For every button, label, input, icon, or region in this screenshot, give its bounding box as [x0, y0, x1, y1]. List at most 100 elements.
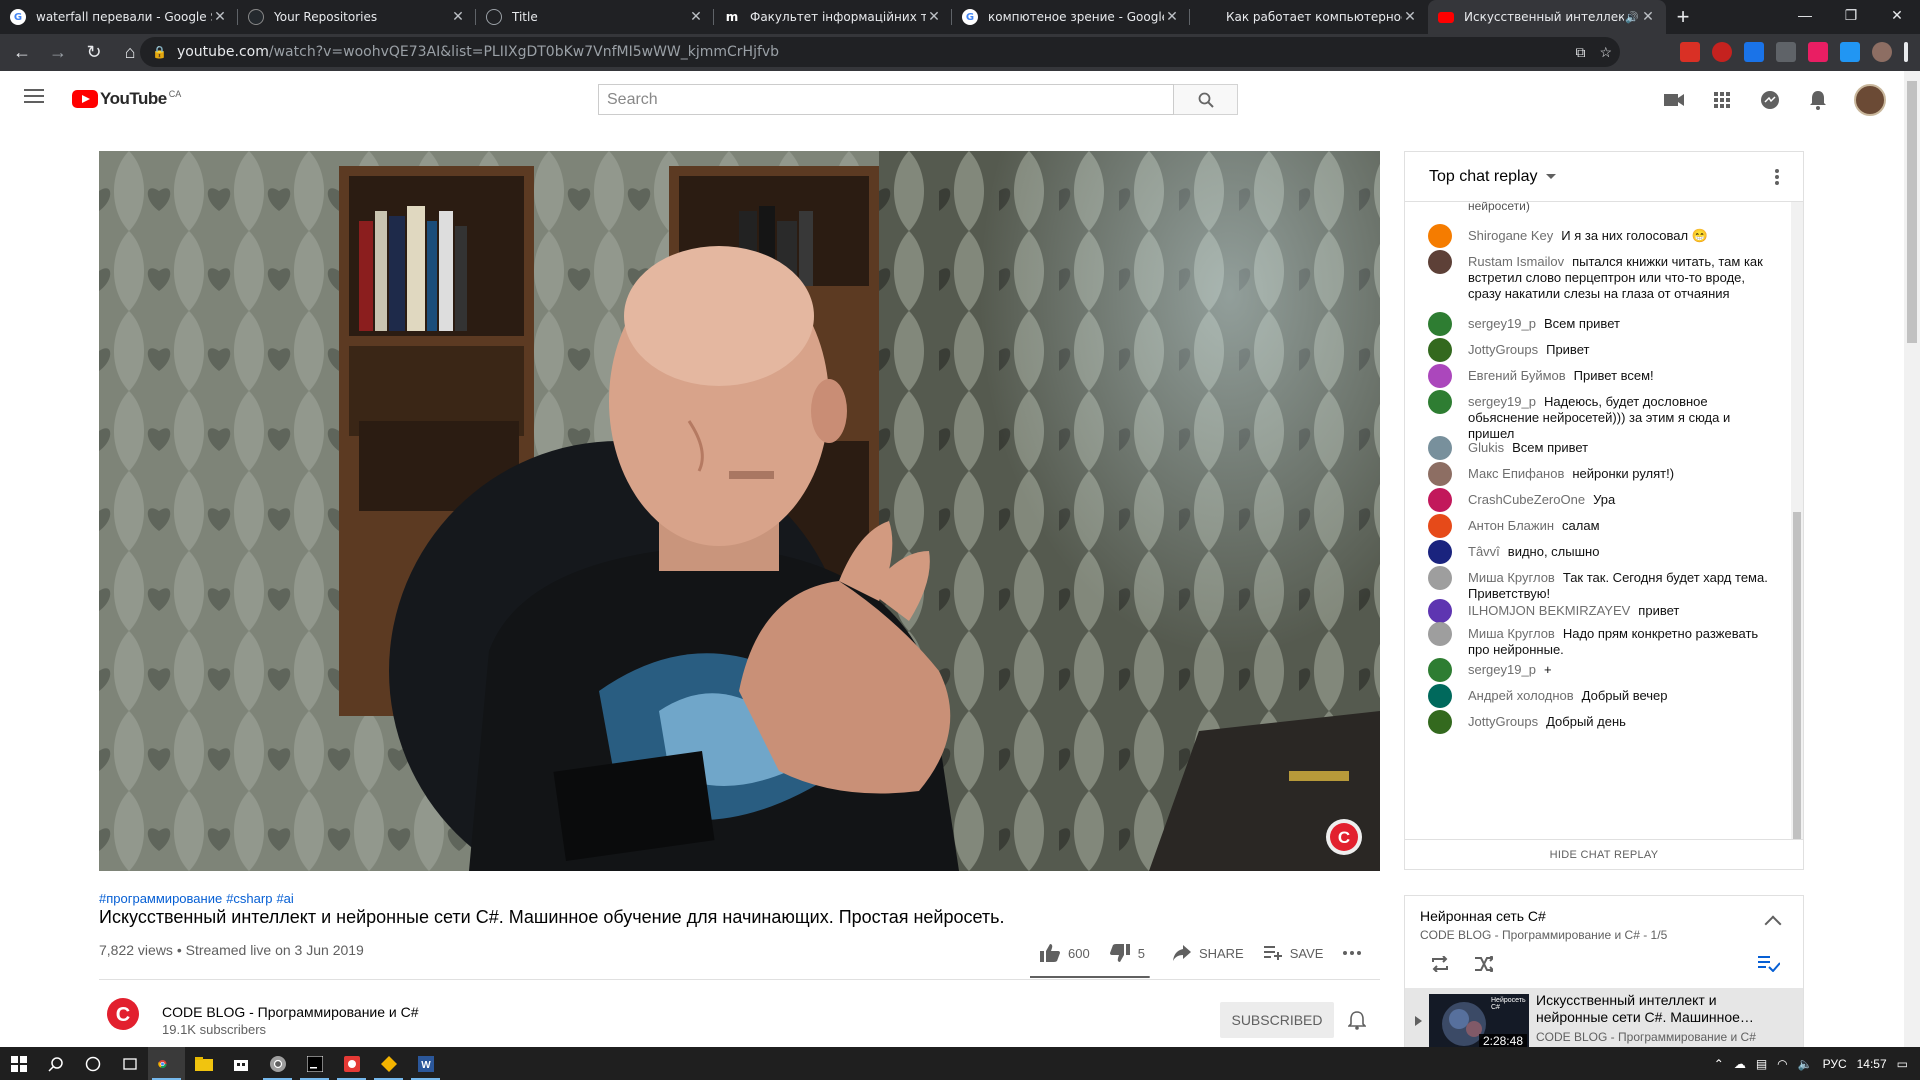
jetbrains-icon[interactable]: [296, 1047, 333, 1080]
close-icon[interactable]: ✕: [1402, 9, 1418, 25]
volume-icon[interactable]: 🔈: [1798, 1057, 1813, 1071]
video-thumbnail[interactable]: Нейросеть C# 2:28:48: [1429, 994, 1529, 1050]
chat-author[interactable]: Tâvvî: [1468, 544, 1500, 559]
chat-author[interactable]: Евгений Буймов: [1468, 368, 1566, 383]
extension-icon[interactable]: [1808, 42, 1828, 62]
chat-author[interactable]: Glukis: [1468, 440, 1504, 455]
close-icon[interactable]: ✕: [926, 9, 942, 25]
chrome-taskbar-icon[interactable]: [259, 1047, 296, 1080]
task-view-icon[interactable]: [111, 1047, 148, 1080]
browser-tab-active[interactable]: Искусственный интеллект и 🔊 ✕: [1428, 0, 1666, 34]
messages-icon[interactable]: [1758, 88, 1782, 112]
dropdown-arrow-icon[interactable]: [1545, 174, 1556, 179]
chat-author[interactable]: CrashCubeZeroOne: [1468, 492, 1585, 507]
chat-message[interactable]: Tâvvî видно, слышно: [1428, 540, 1773, 564]
search-icon[interactable]: [37, 1047, 74, 1080]
chat-message[interactable]: sergey19_p Надеюсь, будет дословное обьяс…: [1428, 390, 1773, 442]
close-icon[interactable]: ✕: [688, 9, 704, 25]
chat-author[interactable]: sergey19_p: [1468, 662, 1536, 677]
chevron-up-icon[interactable]: ⌃: [1714, 1057, 1724, 1071]
youtube-logo[interactable]: YouTube CA: [72, 89, 181, 109]
author-avatar[interactable]: [1428, 622, 1452, 646]
more-actions-button[interactable]: [1333, 951, 1379, 955]
extension-icon[interactable]: [1744, 42, 1764, 62]
restore-icon[interactable]: ❐: [1828, 0, 1874, 30]
chat-author[interactable]: Миша Круглов: [1468, 570, 1555, 585]
search-button[interactable]: [1174, 84, 1238, 115]
speaker-icon[interactable]: 🔊: [1624, 11, 1640, 24]
chat-mode-dropdown[interactable]: Top chat replay: [1429, 168, 1538, 186]
author-avatar[interactable]: [1428, 250, 1452, 274]
author-avatar[interactable]: [1428, 566, 1452, 590]
chat-author[interactable]: Миша Круглов: [1468, 626, 1555, 641]
chrome-taskbar-icon[interactable]: [148, 1047, 185, 1080]
download-extension-icon[interactable]: [1776, 42, 1796, 62]
page-scrollbar[interactable]: [1904, 71, 1920, 1047]
account-avatar[interactable]: [1854, 84, 1886, 116]
chat-message[interactable]: Макс Епифанов нейронки рулят!): [1428, 462, 1773, 486]
close-icon[interactable]: ✕: [1164, 9, 1180, 25]
browser-tab[interactable]: G компютеное зрение - Google Search ✕: [952, 0, 1190, 34]
notifications-bell-icon[interactable]: [1806, 88, 1830, 112]
video-player[interactable]: C: [99, 151, 1380, 871]
share-button[interactable]: SHARE: [1163, 945, 1254, 961]
author-avatar[interactable]: [1428, 312, 1452, 336]
chat-message[interactable]: Евгений Буймов Привет всем!: [1428, 364, 1773, 388]
chat-author[interactable]: sergey19_p: [1468, 316, 1536, 331]
chat-author[interactable]: sergey19_p: [1468, 394, 1536, 409]
search-input[interactable]: Search: [598, 84, 1174, 115]
chat-message[interactable]: Андрей холоднов Добрый вечер: [1428, 684, 1773, 708]
chat-message[interactable]: sergey19_p +: [1428, 658, 1773, 682]
profile-avatar-icon[interactable]: [1872, 42, 1892, 62]
author-avatar[interactable]: [1428, 338, 1452, 362]
author-avatar[interactable]: [1428, 684, 1452, 708]
author-avatar[interactable]: [1428, 710, 1452, 734]
hide-chat-button[interactable]: HIDE CHAT REPLAY: [1405, 839, 1803, 870]
chat-author[interactable]: Rustam Ismailov: [1468, 254, 1564, 269]
author-avatar[interactable]: [1428, 436, 1452, 460]
browser-tab[interactable]: m Факультет інформаційних технологій ✕: [714, 0, 952, 34]
reload-icon[interactable]: ↻: [76, 35, 112, 71]
save-button[interactable]: SAVE: [1254, 946, 1334, 961]
chat-author[interactable]: ILHOMJON BEKMIRZAYEV: [1468, 603, 1630, 618]
author-avatar[interactable]: [1428, 599, 1452, 623]
keyboard-language[interactable]: РУС: [1823, 1057, 1847, 1071]
browser-tab[interactable]: Как работает компьютерное зрение ✕: [1190, 0, 1428, 34]
gmail-extension-icon[interactable]: [1680, 42, 1700, 62]
cortana-icon[interactable]: [74, 1047, 111, 1080]
browser-tab[interactable]: Your Repositories ✕: [238, 0, 476, 34]
author-avatar[interactable]: [1428, 488, 1452, 512]
minimize-icon[interactable]: —: [1782, 0, 1828, 30]
apps-grid-icon[interactable]: [1710, 88, 1734, 112]
wifi-icon[interactable]: ◠: [1777, 1057, 1787, 1071]
chat-message[interactable]: Миша Круглов Так так. Сегодня будет хард …: [1428, 566, 1773, 602]
chat-author[interactable]: JottyGroups: [1468, 714, 1538, 729]
menu-dots-icon[interactable]: [1904, 42, 1908, 62]
chat-author[interactable]: Андрей холоднов: [1468, 688, 1574, 703]
address-bar[interactable]: 🔒 youtube.com/watch?v=woohvQE73AI&list=P…: [140, 37, 1620, 67]
chat-message[interactable]: CrashCubeZeroOne Ура: [1428, 488, 1773, 512]
like-button[interactable]: 600: [1030, 944, 1100, 962]
author-avatar[interactable]: [1428, 462, 1452, 486]
bookmark-star-icon[interactable]: ☆: [1599, 44, 1612, 61]
chat-message[interactable]: Rustam Ismailov пытался книжки читать, та…: [1428, 250, 1773, 302]
author-avatar[interactable]: [1428, 224, 1452, 248]
author-avatar[interactable]: [1428, 540, 1452, 564]
hashtag-link[interactable]: #программирование: [99, 891, 222, 906]
store-icon[interactable]: [222, 1047, 259, 1080]
author-avatar[interactable]: [1428, 514, 1452, 538]
collapse-chevron-icon[interactable]: [1764, 915, 1782, 933]
chat-scrollbar[interactable]: [1791, 202, 1803, 839]
git-icon[interactable]: [370, 1047, 407, 1080]
hashtag-link[interactable]: #csharp: [226, 891, 272, 906]
chat-messages[interactable]: нейросети) Shirogane Key И я за них голос…: [1405, 202, 1793, 839]
translate-icon[interactable]: ⧉: [1575, 44, 1585, 61]
playlist-title[interactable]: Нейронная сеть C#: [1420, 908, 1546, 924]
chat-message[interactable]: Миша Круглов Надо прям конкретно разжеват…: [1428, 622, 1773, 658]
browser-tab[interactable]: Title ✕: [476, 0, 714, 34]
chat-message[interactable]: sergey19_p Всем привет: [1428, 312, 1773, 336]
chat-message[interactable]: Shirogane Key И я за них голосовал 😁: [1428, 224, 1773, 248]
create-video-icon[interactable]: [1662, 88, 1686, 112]
browser-tab[interactable]: G waterfall перевали - Google Search ✕: [0, 0, 238, 34]
author-avatar[interactable]: [1428, 364, 1452, 388]
